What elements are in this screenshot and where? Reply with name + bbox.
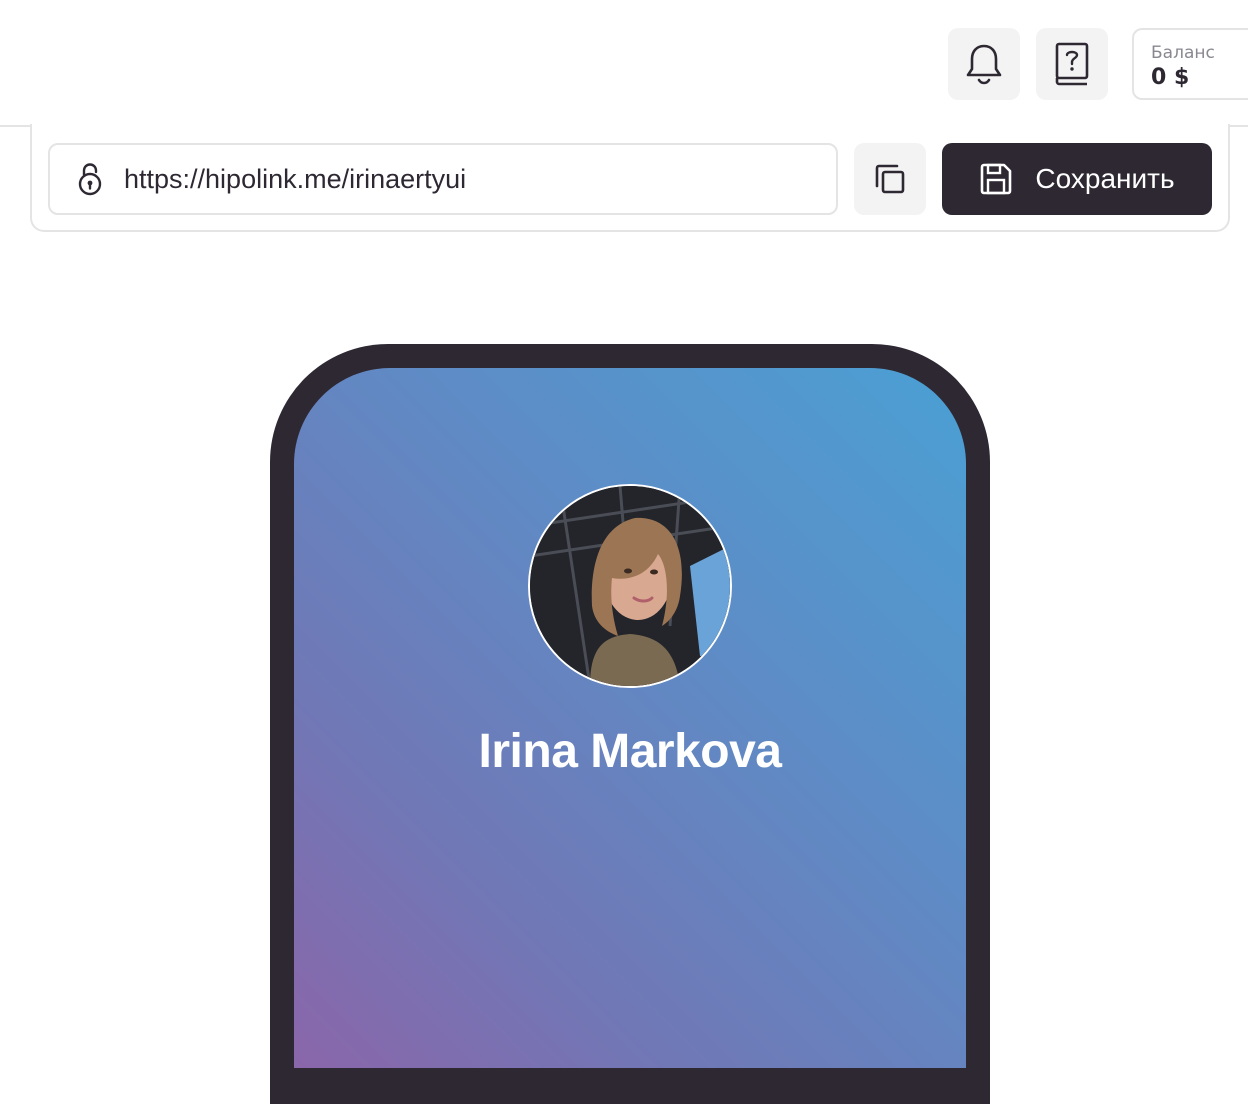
- phone-preview-screen: Irina Markova: [294, 368, 966, 1068]
- copy-link-button[interactable]: [854, 143, 926, 215]
- help-button[interactable]: [1036, 28, 1108, 100]
- url-field[interactable]: https://hipolink.me/irinaertyui: [48, 143, 838, 215]
- avatar-photo: [530, 486, 730, 686]
- profile-name: Irina Markova: [478, 725, 782, 778]
- save-button-label: Сохранить: [1035, 163, 1175, 194]
- url-text[interactable]: https://hipolink.me/irinaertyui: [124, 164, 764, 195]
- avatar[interactable]: [528, 484, 732, 688]
- balance-value: 0 $: [1151, 65, 1190, 90]
- balance-label: Баланс: [1151, 43, 1215, 63]
- copy-icon: [875, 164, 905, 194]
- balance-widget[interactable]: Баланс 0 $: [1132, 28, 1248, 100]
- save-button[interactable]: Сохранить: [942, 143, 1212, 215]
- lock-icon: [78, 163, 102, 196]
- bell-icon: [966, 44, 1002, 85]
- top-bar: Баланс 0 $: [0, 0, 1248, 127]
- notifications-button[interactable]: [948, 28, 1020, 100]
- help-book-icon: [1055, 42, 1089, 86]
- floppy-disk-icon: [981, 163, 1012, 195]
